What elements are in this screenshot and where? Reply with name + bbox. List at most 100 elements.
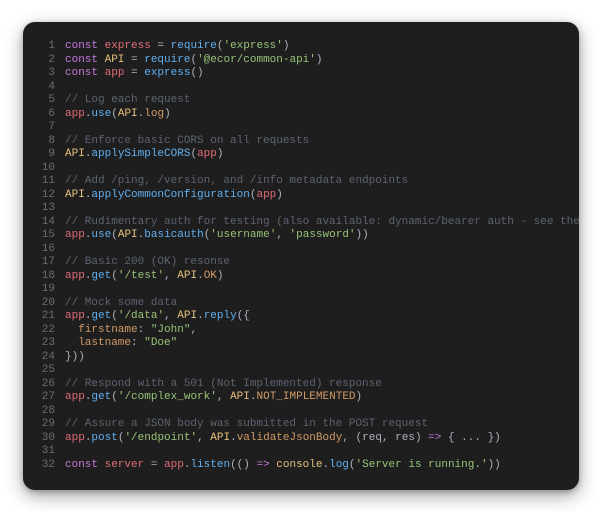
code-line: 3const app = express()	[33, 67, 561, 81]
token-str: 'Server is running.'	[356, 459, 488, 471]
code-line: 32const server = app.listen(() => consol…	[33, 459, 561, 473]
token-var: app	[105, 67, 125, 79]
code-line: 2const API = require('@ecor/common-api')	[33, 54, 561, 68]
token-cmt: // Assure a JSON body was submitted in t…	[65, 418, 428, 430]
token-cmt: // Mock some data	[65, 297, 177, 309]
token-pun	[65, 324, 78, 336]
token-fn: require	[171, 40, 217, 52]
code-line: 21app.get('/data', API.reply({	[33, 310, 561, 324]
line-content: // Mock some data	[65, 297, 177, 311]
token-kw: const	[65, 40, 105, 52]
token-pun: .	[197, 310, 204, 322]
code-line: 9API.applySimpleCORS(app)	[33, 148, 561, 162]
line-content	[65, 445, 72, 459]
code-line: 19	[33, 283, 561, 297]
line-content: app.get('/data', API.reply({	[65, 310, 250, 324]
code-line: 24}))	[33, 351, 561, 365]
token-pun: (	[111, 270, 118, 282]
line-content: app.use(API.basicauth('username', 'passw…	[65, 229, 369, 243]
token-pun: )	[217, 148, 224, 160]
line-number: 1	[33, 40, 55, 54]
token-str: "Doe"	[144, 337, 177, 349]
token-kw: =>	[428, 432, 441, 444]
code-line: 27app.get('/complex_work', API.NOT_IMPLE…	[33, 391, 561, 405]
token-kw: =>	[256, 459, 269, 471]
line-number: 12	[33, 189, 55, 203]
code-line: 8 // Enforce basic CORS on all requests	[33, 135, 561, 149]
token-var: server	[105, 459, 145, 471]
line-number: 13	[33, 202, 55, 216]
token-str: '/test'	[118, 270, 164, 282]
line-number: 27	[33, 391, 55, 405]
line-number: 10	[33, 162, 55, 176]
code-line: 13	[33, 202, 561, 216]
token-fn: get	[91, 391, 111, 403]
token-vblu: API	[177, 270, 197, 282]
code-line: 25	[33, 364, 561, 378]
token-pun: ,	[276, 229, 289, 241]
token-pun: )	[217, 270, 224, 282]
line-content: const API = require('@ecor/common-api')	[65, 54, 323, 68]
token-fn: get	[91, 310, 111, 322]
token-fn: require	[144, 54, 190, 66]
code-line: 15app.use(API.basicauth('username', 'pas…	[33, 229, 561, 243]
token-str: '@ecor/common-api'	[197, 54, 316, 66]
code-line: 12API.applyCommonConfiguration(app)	[33, 189, 561, 203]
token-fn: post	[91, 432, 117, 444]
line-number: 3	[33, 67, 55, 81]
token-arg: res	[395, 432, 415, 444]
line-number: 28	[33, 405, 55, 419]
line-content: app.get('/test', API.OK)	[65, 270, 224, 284]
line-content: // Enforce basic CORS on all requests	[65, 135, 309, 149]
line-content: // Assure a JSON body was submitted in t…	[65, 418, 428, 432]
token-pun: .	[250, 391, 257, 403]
code-line: 10	[33, 162, 561, 176]
token-pun: =	[144, 459, 164, 471]
token-prop: lastname	[78, 337, 131, 349]
token-pun: :	[131, 337, 144, 349]
token-cmt: // Basic 200 (OK) resonse	[65, 256, 230, 268]
token-fn: applyCommonConfiguration	[91, 189, 249, 201]
line-number: 16	[33, 243, 55, 257]
token-pun: .	[197, 270, 204, 282]
line-number: 7	[33, 121, 55, 135]
token-kw: const	[65, 67, 105, 79]
line-content: // Log each request	[65, 94, 190, 108]
line-content	[65, 121, 72, 135]
line-content: // Add /ping, /version, and /info metada…	[65, 175, 408, 189]
code-line: 1const express = require('express')	[33, 40, 561, 54]
token-var: app	[65, 270, 85, 282]
token-pun: { ... })	[441, 432, 500, 444]
token-vblu: API	[210, 432, 230, 444]
token-pun: )	[164, 108, 171, 120]
token-var: app	[65, 310, 85, 322]
token-var: app	[65, 391, 85, 403]
line-content	[65, 202, 72, 216]
token-pun: =	[151, 40, 171, 52]
token-str: "John"	[151, 324, 191, 336]
token-pun: (	[349, 459, 356, 471]
line-number: 18	[33, 270, 55, 284]
line-number: 6	[33, 108, 55, 122]
line-content: const server = app.listen(() => console.…	[65, 459, 501, 473]
code-line: 29// Assure a JSON body was submitted in…	[33, 418, 561, 432]
token-str: '/endpoint'	[124, 432, 197, 444]
token-vblu: API	[177, 310, 197, 322]
code-line: 11// Add /ping, /version, and /info meta…	[33, 175, 561, 189]
line-number: 23	[33, 337, 55, 351]
token-pun: )	[415, 432, 428, 444]
code-line: 23 lastname: "Doe"	[33, 337, 561, 351]
line-content: // Respond with a 501 (Not Implemented) …	[65, 378, 382, 392]
line-number: 19	[33, 283, 55, 297]
token-fn: get	[91, 270, 111, 282]
line-number: 8	[33, 135, 55, 149]
line-content: app.post('/endpoint', API.validateJsonBo…	[65, 432, 501, 446]
token-str: '/data'	[118, 310, 164, 322]
token-pun: ))	[356, 229, 369, 241]
token-str: 'express'	[223, 40, 282, 52]
token-var: app	[256, 189, 276, 201]
token-pun: (()	[230, 459, 256, 471]
code-line: 28	[33, 405, 561, 419]
token-var: app	[65, 432, 85, 444]
token-cmt: // Respond with a 501 (Not Implemented) …	[65, 378, 382, 390]
